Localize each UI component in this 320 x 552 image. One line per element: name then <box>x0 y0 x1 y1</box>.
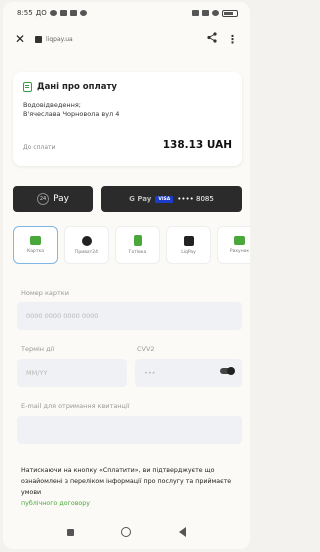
cash-icon <box>133 235 142 246</box>
cvv-input[interactable]: ••• <box>135 359 242 387</box>
bluetooth-icon <box>192 10 199 16</box>
expiry-input[interactable]: MM/YY <box>17 359 127 387</box>
battery-icon <box>222 9 238 17</box>
close-tab-button[interactable]: ✕ <box>15 32 31 46</box>
google-pay-button[interactable]: G Pay VISA •••• 8085 <box>101 186 242 212</box>
apple-pay-button[interactable]: 24 Pay <box>13 186 93 212</box>
cvv-label: CVV2 <box>137 345 155 353</box>
viber-icon <box>59 10 67 16</box>
privat24-icon <box>81 235 92 246</box>
phone-screen: 8:55 ДО ✕ liqpay.ua ⋮ Дані про оплату Во… <box>3 2 250 549</box>
apple-pay-label: Pay <box>53 194 69 204</box>
status-time: 8:55 <box>17 9 33 17</box>
mail-icon <box>69 10 77 16</box>
card-number-input[interactable]: 0000 0000 0000 0000 <box>17 302 242 330</box>
payment-info-card: Дані про оплату Водовідведення; В'ячесла… <box>13 72 242 166</box>
status-bar: 8:55 ДО <box>3 2 250 24</box>
cloud-icon <box>79 10 87 16</box>
notification-icon <box>49 10 57 16</box>
amount-label: До сплати <box>23 144 56 151</box>
url-text[interactable]: liqpay.ua <box>46 36 207 43</box>
method-tab-invoice[interactable]: Рахунок <box>217 226 250 264</box>
method-tab-card[interactable]: Картка <box>13 226 58 264</box>
visa-icon: VISA <box>155 195 174 203</box>
service-line-2: В'ячеслава Чорновола вул 4 <box>23 110 120 118</box>
google-pay-label: G Pay <box>129 195 152 203</box>
terms-text: Натискаючи на кнопку «Сплатити», ви підт… <box>21 467 232 496</box>
more-options-button[interactable]: ⋮ <box>227 33 238 46</box>
card-icon <box>30 236 41 245</box>
email-label: E-mail для отримання квитанції <box>21 402 130 410</box>
share-icon <box>207 32 217 43</box>
amount-row: До сплати 138.13 UAH <box>23 139 232 151</box>
card-number-masked: •••• 8085 <box>177 195 214 203</box>
lock-icon <box>35 35 42 43</box>
card-number-label: Номер картки <box>21 289 69 297</box>
liqpay-icon <box>183 235 194 246</box>
public-contract-link[interactable]: публічного договору <box>21 498 243 509</box>
document-icon <box>23 82 32 92</box>
expiry-label: Термін дії <box>21 345 55 353</box>
method-tab-liqpay[interactable]: LiqPay <box>166 226 211 264</box>
wifi-icon <box>212 10 219 16</box>
share-button[interactable] <box>207 32 217 46</box>
home-button[interactable] <box>121 527 132 537</box>
terms-text-block: Натискаючи на кнопку «Сплатити», ви підт… <box>21 465 243 509</box>
privat24-badge: 24 <box>37 193 50 205</box>
status-extra: ДО <box>35 9 47 17</box>
method-tab-cash[interactable]: Готівка <box>115 226 160 264</box>
cvv-visibility-toggle[interactable] <box>220 367 235 375</box>
payment-info-title: Дані про оплату <box>37 82 117 92</box>
amount-value: 138.13 UAH <box>162 139 232 151</box>
browser-toolbar: ✕ liqpay.ua ⋮ <box>3 26 250 52</box>
payment-info-header: Дані про оплату <box>23 82 232 92</box>
android-nav-bar <box>3 515 250 549</box>
cvv-placeholder: ••• <box>144 369 156 377</box>
service-line-1: Водовідведення; <box>23 101 81 109</box>
method-tab-privat24[interactable]: Приват24 <box>64 226 109 264</box>
back-button[interactable] <box>179 527 187 537</box>
recent-apps-button[interactable] <box>66 528 74 536</box>
payment-methods: Картка Приват24 Готівка LiqPay Рахунок <box>13 226 250 266</box>
invoice-icon <box>234 236 245 245</box>
signal-icon <box>202 10 209 16</box>
card-number-placeholder: 0000 0000 0000 0000 <box>26 312 99 320</box>
wallet-buttons: 24 Pay G Pay VISA •••• 8085 <box>13 186 242 212</box>
expiry-placeholder: MM/YY <box>26 369 48 377</box>
service-description: Водовідведення; В'ячеслава Чорновола вул… <box>23 101 232 119</box>
email-input[interactable] <box>17 416 242 444</box>
